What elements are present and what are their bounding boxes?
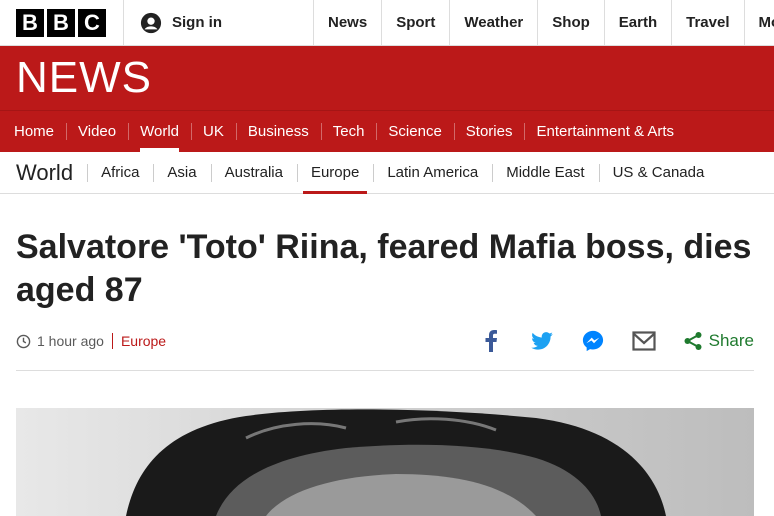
clock-icon [16,334,31,348]
section-nav-africa[interactable]: Africa [87,152,153,194]
top-nav-weather[interactable]: Weather [450,0,539,45]
news-banner: NEWS [0,46,774,110]
facebook-share-button[interactable] [479,329,503,353]
main-nav-home[interactable]: Home [2,111,66,152]
main-nav-tech[interactable]: Tech [320,111,377,152]
bbc-logo-letter: B [16,8,44,37]
top-nav-more[interactable]: Mo [745,0,774,45]
main-nav: Home Video World UK Business Tech Scienc… [0,110,774,152]
section-nav-middle-east[interactable]: Middle East [492,152,598,194]
masthead: B B C Sign in News Sport Weather Shop Ea… [0,0,774,46]
signin-label: Sign in [172,14,222,31]
main-nav-stories[interactable]: Stories [453,111,525,152]
top-nav-sport[interactable]: Sport [382,0,451,45]
main-nav-video[interactable]: Video [66,111,128,152]
top-nav-news[interactable]: News [314,0,383,45]
article-lead-photo [16,408,754,516]
top-nav-travel[interactable]: Travel [672,0,745,45]
top-nav-earth[interactable]: Earth [605,0,673,45]
share-tools: Share [452,329,754,353]
article-timestamp: 1 hour ago [37,333,104,349]
main-nav-uk[interactable]: UK [191,111,236,152]
share-label: Share [708,331,754,350]
messenger-share-button[interactable] [581,329,605,353]
meta-divider [111,333,113,349]
share-button[interactable]: Share [683,329,754,353]
section-nav-us-canada[interactable]: US & Canada [598,152,719,194]
section-nav-asia[interactable]: Asia [153,152,210,194]
user-icon [140,12,162,33]
bbc-logo-letter: C [78,8,106,37]
email-share-button[interactable] [632,329,656,353]
article-section-link[interactable]: Europe [121,333,166,349]
email-icon [632,331,656,351]
section-nav-latin-america[interactable]: Latin America [373,152,492,194]
section-nav-europe[interactable]: Europe [296,152,373,194]
twitter-icon [530,332,553,350]
bbc-logo-letter: B [47,8,75,37]
facebook-icon [485,330,497,352]
article-meta: 1 hour ago Europe Share [16,326,754,356]
signin-link[interactable]: Sign in [124,0,314,45]
meta-divider-rule [16,370,754,371]
main-nav-world[interactable]: World [128,111,191,152]
messenger-icon [582,330,603,352]
news-wordmark[interactable]: NEWS [16,53,152,103]
bbc-logo[interactable]: B B C [0,0,124,45]
main-nav-science[interactable]: Science [376,111,453,152]
main-nav-business[interactable]: Business [235,111,321,152]
section-nav: World Africa Asia Australia Europe Latin… [0,152,774,194]
share-icon [684,332,702,350]
top-nav-shop[interactable]: Shop [538,0,605,45]
article-headline: Salvatore 'Toto' Riina, feared Mafia bos… [16,228,752,309]
main-nav-entertainment[interactable]: Entertainment & Arts [524,111,686,152]
section-nav-australia[interactable]: Australia [210,152,297,194]
photo-image [16,408,754,516]
section-title[interactable]: World [16,160,73,186]
top-nav: News Sport Weather Shop Earth Travel Mo [314,0,774,45]
twitter-share-button[interactable] [530,329,554,353]
